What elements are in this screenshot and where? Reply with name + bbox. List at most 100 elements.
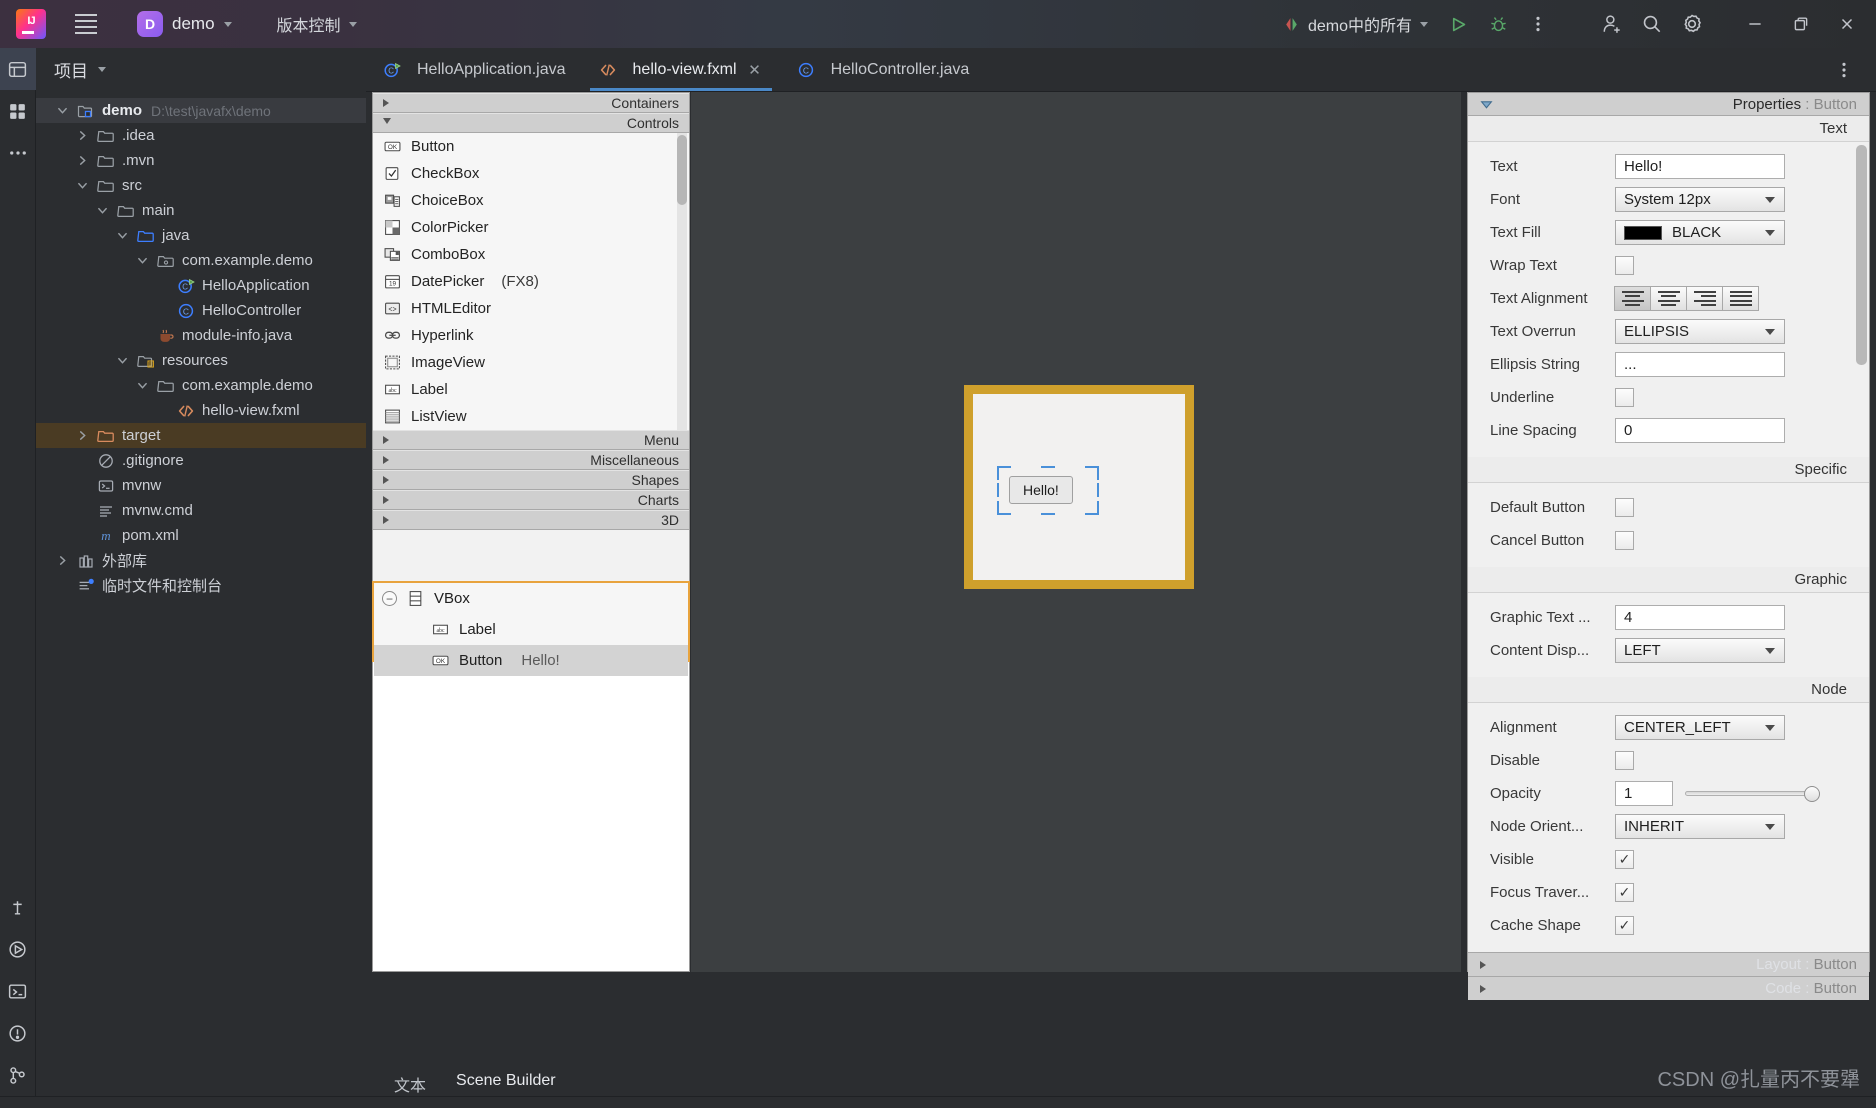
- vcs-menu[interactable]: 版本控制: [269, 8, 365, 40]
- properties-scrollbar[interactable]: [1856, 145, 1867, 365]
- tree-node-com-example-demo[interactable]: com.example.demo: [36, 373, 366, 398]
- tree-node-module-info-java[interactable]: module-info.java: [36, 323, 366, 348]
- tree-node--gitignore[interactable]: .gitignore: [36, 448, 366, 473]
- stage-preview[interactable]: Hello!: [964, 385, 1194, 589]
- property-checkbox[interactable]: ✓: [1615, 916, 1634, 935]
- chevron-down-icon[interactable]: [94, 203, 110, 219]
- library-section-3d[interactable]: 3D: [373, 510, 689, 530]
- close-icon[interactable]: ✕: [746, 61, 764, 79]
- chevron-down-icon[interactable]: [74, 178, 90, 194]
- property-checkbox[interactable]: [1615, 388, 1634, 407]
- tree-node-demo[interactable]: demo D:\test\javafx\demo: [36, 98, 366, 123]
- hierarchy-node-label[interactable]: abc Label: [374, 614, 688, 645]
- library-item-imageview[interactable]: ImageView: [373, 349, 689, 376]
- property-dropdown[interactable]: CENTER_LEFT: [1615, 715, 1785, 740]
- library-section-miscellaneous[interactable]: Miscellaneous: [373, 450, 689, 470]
- library-item-checkbox[interactable]: CheckBox: [373, 160, 689, 187]
- tree-node-hellocontroller[interactable]: C HelloController: [36, 298, 366, 323]
- chevron-down-icon[interactable]: [114, 228, 130, 244]
- property-color-dropdown[interactable]: BLACK: [1615, 220, 1785, 245]
- chevron-right-icon[interactable]: [54, 553, 70, 569]
- property-dropdown[interactable]: System 12px: [1615, 187, 1785, 212]
- property-dropdown[interactable]: LEFT: [1615, 638, 1785, 663]
- library-item-combobox[interactable]: ComboBox: [373, 241, 689, 268]
- property-checkbox[interactable]: ✓: [1615, 850, 1634, 869]
- selection-handle[interactable]: [997, 466, 999, 480]
- more-tool-icon[interactable]: [0, 132, 36, 174]
- property-input[interactable]: 1: [1615, 781, 1673, 806]
- property-input[interactable]: ...: [1615, 352, 1785, 377]
- library-section-controls[interactable]: Controls: [373, 113, 689, 133]
- chevron-down-icon[interactable]: [134, 253, 150, 269]
- structure-tool-icon[interactable]: [0, 90, 36, 132]
- property-checkbox[interactable]: [1615, 531, 1634, 550]
- tree-node-src[interactable]: src: [36, 173, 366, 198]
- property-input[interactable]: Hello!: [1615, 154, 1785, 179]
- selection-handle[interactable]: [997, 483, 999, 497]
- library-item-colorpicker[interactable]: ColorPicker: [373, 214, 689, 241]
- property-input[interactable]: 4: [1615, 605, 1785, 630]
- library-section-containers[interactable]: Containers: [373, 93, 689, 113]
- library-scrollbar[interactable]: [677, 135, 687, 205]
- add-account-button[interactable]: [1592, 4, 1632, 44]
- tree-node-resources[interactable]: resources: [36, 348, 366, 373]
- chevron-right-icon[interactable]: [74, 153, 90, 169]
- settings-button[interactable]: [1672, 4, 1712, 44]
- properties-panel-header[interactable]: Properties : Button: [1468, 93, 1869, 116]
- problems-tool-icon[interactable]: [0, 1012, 36, 1054]
- align-justify-button[interactable]: [1722, 286, 1759, 311]
- library-item-button[interactable]: OK Button: [373, 133, 689, 160]
- align-center-button[interactable]: [1650, 286, 1687, 311]
- run-configuration-selector[interactable]: demo中的所有: [1273, 7, 1438, 41]
- run-tool-icon[interactable]: [0, 928, 36, 970]
- scene-builder-canvas[interactable]: Hello!: [691, 92, 1461, 972]
- hierarchy-node-button[interactable]: OK Button Hello!: [374, 645, 688, 676]
- run-button[interactable]: [1438, 4, 1478, 44]
- selection-handle[interactable]: [1041, 466, 1055, 468]
- selection-handle[interactable]: [1097, 483, 1099, 497]
- selection-handle[interactable]: [997, 466, 1011, 468]
- property-checkbox[interactable]: [1615, 751, 1634, 770]
- library-item-listview[interactable]: ListView: [373, 403, 689, 430]
- more-options-button[interactable]: [1518, 4, 1558, 44]
- library-section-shapes[interactable]: Shapes: [373, 470, 689, 490]
- editor-tab-helloapplication-java[interactable]: C HelloApplication.java: [366, 48, 582, 91]
- tree-node-main[interactable]: main: [36, 198, 366, 223]
- tree-node-helloapplication[interactable]: C HelloApplication: [36, 273, 366, 298]
- property-dropdown[interactable]: INHERIT: [1615, 814, 1785, 839]
- project-panel-header[interactable]: 项目: [36, 48, 366, 90]
- align-left-button[interactable]: [1614, 286, 1651, 311]
- tree-node-mvnw[interactable]: mvnw: [36, 473, 366, 498]
- library-item-htmleditor[interactable]: <> HTMLEditor: [373, 295, 689, 322]
- align-right-button[interactable]: [1686, 286, 1723, 311]
- project-tool-icon[interactable]: [0, 48, 36, 90]
- profiler-tool-icon[interactable]: [0, 886, 36, 928]
- close-button[interactable]: [1824, 4, 1870, 44]
- property-input[interactable]: 0: [1615, 418, 1785, 443]
- selection-handle[interactable]: [1041, 513, 1055, 515]
- property-checkbox[interactable]: [1615, 498, 1634, 517]
- tree-node-java[interactable]: java: [36, 223, 366, 248]
- editor-more-options-button[interactable]: [1824, 50, 1864, 90]
- opacity-slider[interactable]: [1685, 781, 1820, 806]
- tree-node-pom-xml[interactable]: m pom.xml: [36, 523, 366, 548]
- tree-node--[interactable]: 外部库: [36, 548, 366, 573]
- preview-hello-button[interactable]: Hello!: [1009, 476, 1073, 504]
- search-button[interactable]: [1632, 4, 1672, 44]
- hamburger-menu-icon[interactable]: [68, 8, 104, 40]
- property-checkbox[interactable]: [1615, 256, 1634, 275]
- library-section-charts[interactable]: Charts: [373, 490, 689, 510]
- debug-button[interactable]: [1478, 4, 1518, 44]
- selection-handle[interactable]: [1085, 513, 1099, 515]
- hierarchy-node-vbox[interactable]: − VBox: [374, 583, 688, 614]
- properties-footer-layout[interactable]: Layout : Button: [1468, 952, 1869, 976]
- library-section-menu[interactable]: Menu: [373, 430, 689, 450]
- tree-node--idea[interactable]: .idea: [36, 123, 366, 148]
- selection-handle[interactable]: [1097, 466, 1099, 480]
- tree-node-target[interactable]: target: [36, 423, 366, 448]
- editor-tab-hellocontroller-java[interactable]: C HelloController.java: [780, 48, 986, 91]
- library-item-choicebox[interactable]: ChoiceBox: [373, 187, 689, 214]
- maximize-button[interactable]: [1778, 4, 1824, 44]
- chevron-down-icon[interactable]: [134, 378, 150, 394]
- property-dropdown[interactable]: ELLIPSIS: [1615, 319, 1785, 344]
